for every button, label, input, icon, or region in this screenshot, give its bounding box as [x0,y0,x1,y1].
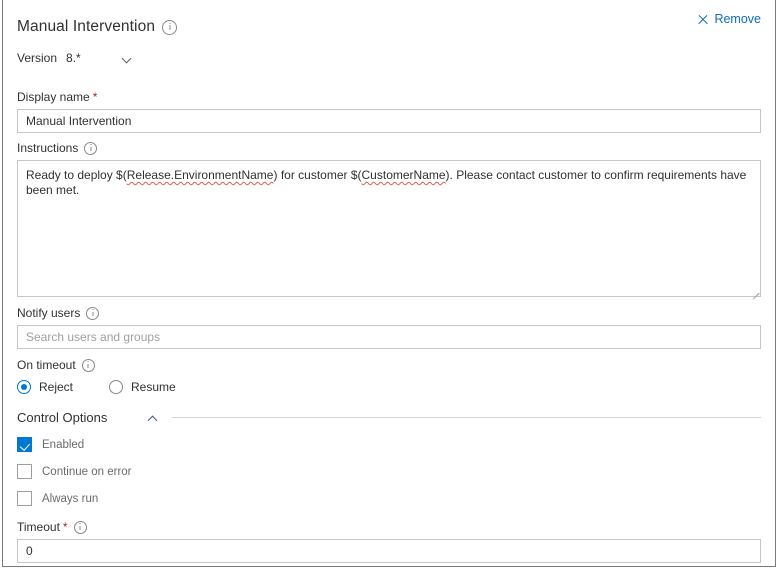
control-options-section-header[interactable]: Control Options [17,410,761,425]
control-options-title: Control Options [17,410,108,425]
display-name-label-text: Display name [17,90,90,104]
checkbox-enabled-label: Enabled [42,438,85,451]
checkbox-always-run[interactable]: Always run [17,491,761,506]
checkbox-icon [17,464,32,479]
instructions-textarea-wrap: Ready to deploy $(Release.EnvironmentNam… [17,160,761,300]
version-value: 8.* [66,51,81,65]
remove-button-label: Remove [714,12,761,26]
display-name-input[interactable] [17,109,761,133]
instructions-variable-token: Release.EnvironmentName [126,168,274,182]
checkbox-icon [17,491,32,506]
task-editor-panel: Manual Intervention Remove Version 8.* D… [0,0,779,569]
checkbox-continue-on-error[interactable]: Continue on error [17,464,761,479]
radio-option-resume-label: Resume [131,380,176,394]
display-name-label: Display name * [17,90,761,104]
notify-users-info-icon[interactable] [86,306,100,320]
notify-users-label: Notify users [17,306,761,320]
panel-header: Manual Intervention Remove [17,0,761,44]
checkbox-enabled[interactable]: Enabled [17,437,761,452]
version-row: Version 8.* [17,47,761,69]
radio-option-resume[interactable]: Resume [109,380,176,394]
instructions-field: Instructions Ready to deploy $(Release.E… [17,141,761,300]
checkbox-always-run-label: Always run [42,492,99,505]
checkbox-icon [17,437,32,452]
radio-option-reject[interactable]: Reject [17,380,73,394]
display-name-field: Display name * [17,90,761,133]
timeout-label-text: Timeout [17,520,60,534]
timeout-required-marker: * [62,520,68,534]
display-name-required-marker: * [92,90,98,104]
checkbox-continue-on-error-label: Continue on error [42,465,132,478]
on-timeout-label: On timeout [17,358,761,372]
panel-content: Manual Intervention Remove Version 8.* D… [3,0,775,566]
section-divider [172,417,761,418]
timeout-input[interactable] [17,539,761,563]
panel-frame: Manual Intervention Remove Version 8.* D… [2,0,776,567]
timeout-info-icon[interactable] [73,520,87,534]
instructions-variable-token: CustomerName [361,168,446,182]
control-options-checkbox-group: Enabled Continue on error Always run [17,437,761,506]
instructions-info-icon[interactable] [84,141,98,155]
notify-users-label-text: Notify users [17,306,81,320]
version-label: Version [17,51,58,65]
on-timeout-radio-group: Reject Resume [17,380,761,394]
on-timeout-label-text: On timeout [17,358,76,372]
instructions-label: Instructions [17,141,761,155]
radio-circle-icon [17,380,31,394]
timeout-field: Timeout * [17,520,761,563]
notify-users-input[interactable] [17,325,761,349]
instructions-text-token: ) for customer $( [273,168,362,182]
instructions-text-token: Ready to deploy $( [26,168,127,182]
remove-button[interactable]: Remove [697,12,761,26]
chevron-up-icon[interactable] [149,413,158,422]
on-timeout-info-icon[interactable] [81,358,95,372]
page-title: Manual Intervention [17,18,156,35]
title-info-icon[interactable] [162,19,178,35]
radio-option-reject-label: Reject [39,380,74,394]
instructions-label-text: Instructions [17,141,79,155]
close-x-icon [697,14,708,25]
on-timeout-field: On timeout Reject Resume [17,358,761,394]
radio-circle-icon [109,380,124,394]
chevron-down-icon[interactable] [123,54,132,63]
instructions-textarea[interactable]: Ready to deploy $(Release.EnvironmentNam… [17,160,761,297]
resize-grip-icon[interactable] [750,286,759,300]
notify-users-field: Notify users [17,306,761,349]
timeout-label: Timeout * [17,520,761,534]
